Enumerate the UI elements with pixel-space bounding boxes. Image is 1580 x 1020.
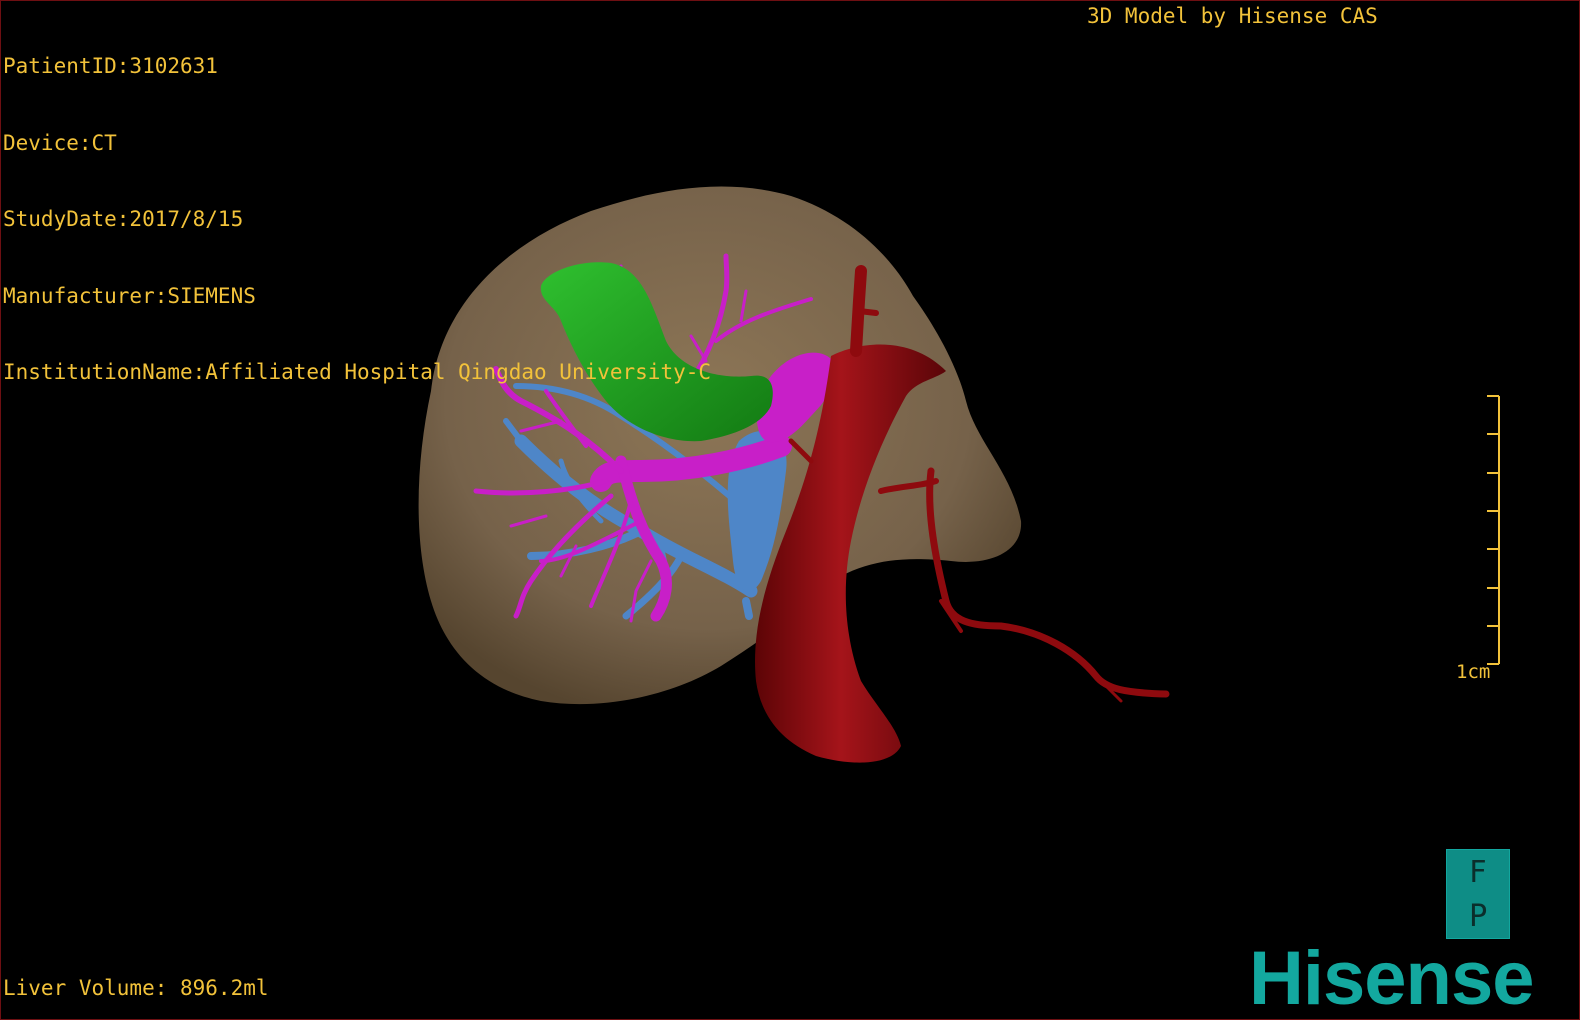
study-date: StudyDate:2017/8/15: [3, 207, 244, 231]
orientation-top-label: F: [1469, 854, 1487, 890]
patient-id: PatientID:3102631: [3, 54, 218, 78]
orientation-bottom-label: P: [1468, 898, 1488, 934]
hisense-logo: Hisense: [1249, 936, 1534, 1020]
dicom-info-overlay: PatientID:3102631 Device:CT StudyDate:20…: [3, 3, 711, 437]
manufacturer: Manufacturer:SIEMENS: [3, 283, 256, 308]
liver-volume: Liver Volume: 896.2ml: [3, 976, 269, 1000]
orientation-marker[interactable]: F P: [1446, 849, 1510, 939]
render-viewport[interactable]: PatientID:3102631 Device:CT StudyDate:20…: [0, 0, 1580, 1020]
device: Device:CT: [3, 130, 117, 155]
institution-name: InstitutionName:Affiliated Hospital Qing…: [3, 360, 712, 384]
model-credit: 3D Model by Hisense CAS: [1087, 4, 1378, 28]
scale-label: 1cm: [1456, 661, 1491, 683]
scale-bar: [1487, 395, 1500, 665]
